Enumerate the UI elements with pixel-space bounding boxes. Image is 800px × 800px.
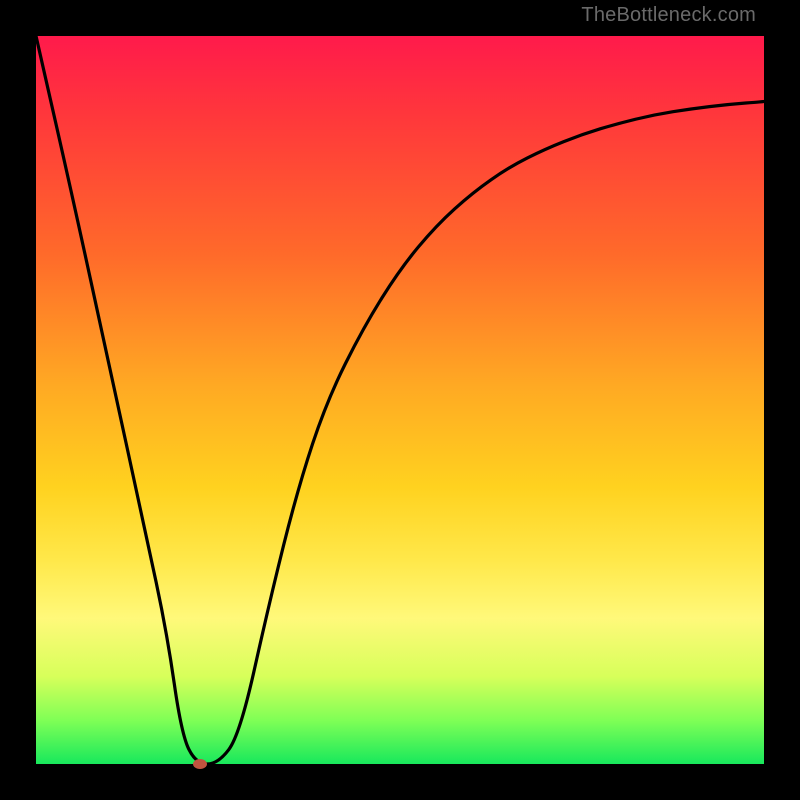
bottleneck-curve-path <box>36 36 764 764</box>
bottleneck-curve-svg <box>36 36 764 764</box>
chart-frame: TheBottleneck.com <box>0 0 800 800</box>
plot-area <box>36 36 764 764</box>
watermark-text: TheBottleneck.com <box>581 4 756 27</box>
optimal-point-marker <box>193 759 207 769</box>
